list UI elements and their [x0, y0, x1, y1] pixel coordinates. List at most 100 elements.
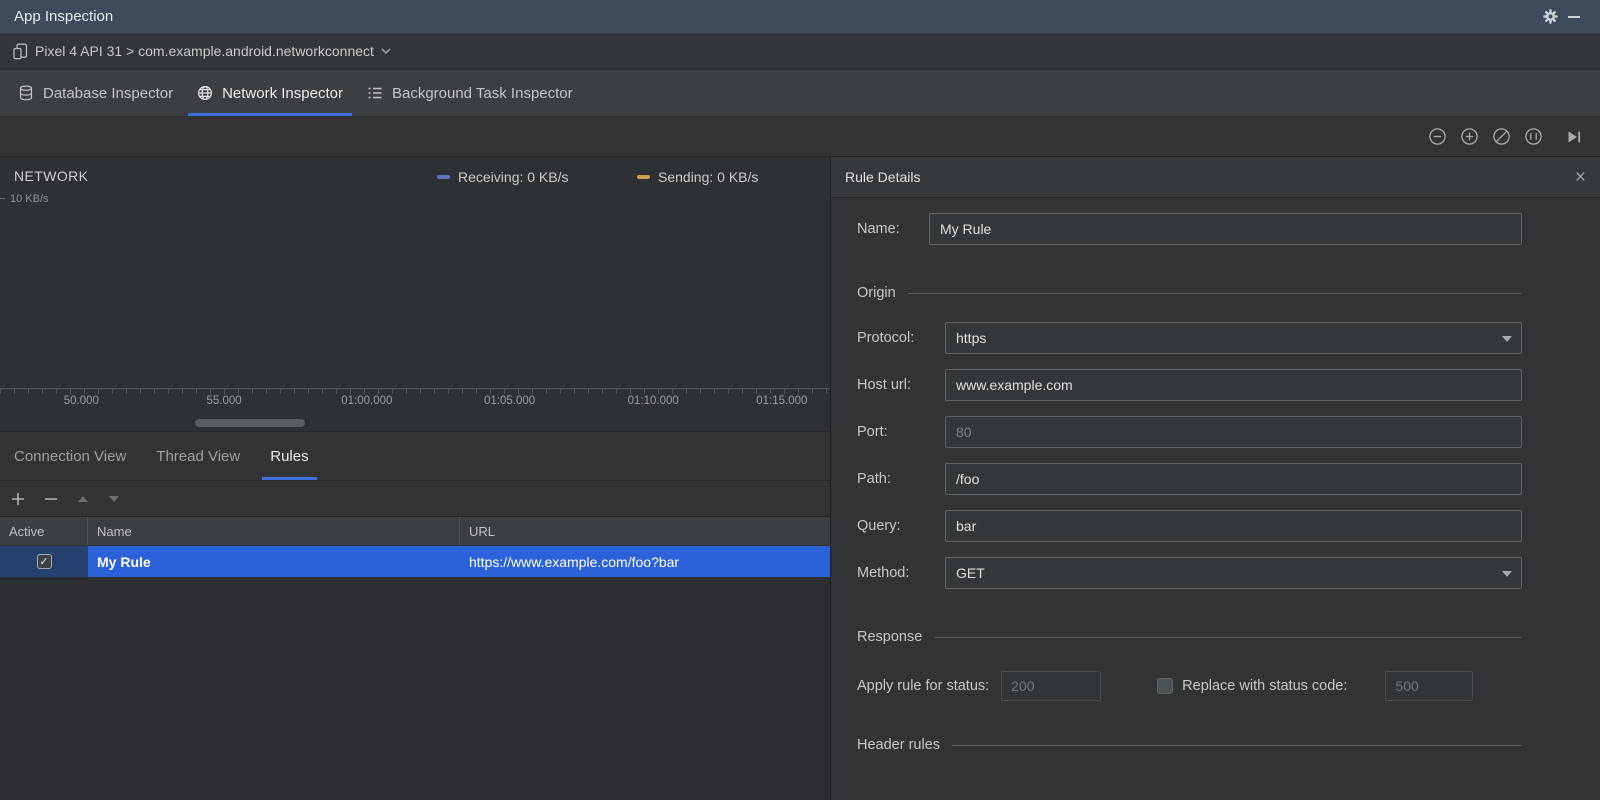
zoom-out-button[interactable] [1428, 127, 1447, 146]
reset-zoom-icon [1493, 128, 1510, 145]
path-input[interactable] [945, 463, 1522, 495]
time-axis-ticks [0, 389, 830, 394]
tab-thread-view[interactable]: Thread View [156, 432, 240, 480]
zoom-in-button[interactable] [1460, 127, 1479, 146]
move-down-button[interactable] [108, 493, 120, 505]
device-selector-label: Pixel 4 API 31 > com.example.android.net… [35, 43, 374, 59]
check-icon: ✓ [39, 556, 49, 568]
name-field-row: Name: [857, 213, 1522, 245]
minimize-icon [1568, 15, 1580, 18]
globe-icon [198, 85, 213, 101]
tab-background-task-inspector[interactable]: Background Task Inspector [355, 70, 585, 116]
settings-button[interactable] [1538, 5, 1562, 29]
titlebar: App Inspection [0, 0, 1600, 33]
database-icon [19, 85, 33, 101]
remove-rule-button[interactable] [44, 492, 58, 506]
rules-table-header: Active Name URL [0, 517, 830, 546]
status-rule-row: Apply rule for status: Replace with stat… [857, 671, 1522, 701]
tab-label: Database Inspector [43, 84, 174, 102]
rule-details-body: Name: Origin Protocol: https Host url: [831, 198, 1600, 800]
response-section: Response [857, 629, 1522, 645]
path-field-row: Path: [857, 463, 1522, 495]
replace-status-input[interactable] [1385, 671, 1474, 701]
chart-plot-area[interactable] [0, 157, 830, 389]
chevron-down-icon [1502, 571, 1512, 582]
query-field-row: Query: [857, 510, 1522, 542]
time-tick-label: 50.000 [63, 395, 99, 407]
name-input[interactable] [929, 213, 1522, 245]
origin-section-label: Origin [857, 285, 896, 301]
move-up-button[interactable] [77, 493, 89, 505]
reset-zoom-button[interactable] [1492, 127, 1511, 146]
down-arrow-icon [109, 495, 119, 502]
port-label: Port: [857, 424, 888, 440]
path-label: Path: [857, 471, 891, 487]
host-field-row: Host url: [857, 369, 1522, 401]
device-selector[interactable]: Pixel 4 API 31 > com.example.android.net… [0, 33, 1600, 70]
response-section-label: Response [857, 629, 923, 645]
network-panel: NETWORK Receiving: 0 KB/s Sending: 0 KB/… [0, 157, 831, 800]
tab-network-inspector[interactable]: Network Inspector [185, 70, 355, 116]
minimize-button[interactable] [1562, 5, 1586, 29]
tab-connection-view[interactable]: Connection View [14, 432, 126, 480]
query-input[interactable] [945, 510, 1522, 542]
app-inspection-window: App Inspection Pixel 4 API 31 > com.exam… [0, 0, 1600, 800]
close-icon[interactable]: × [1575, 168, 1586, 187]
host-label: Host url: [857, 377, 911, 393]
zoom-out-icon [1429, 128, 1446, 145]
tab-label: Network Inspector [222, 84, 343, 102]
chevron-down-icon [1502, 336, 1512, 347]
time-tick-label: 01:00.000 [341, 395, 393, 407]
protocol-dropdown[interactable]: https [945, 322, 1522, 354]
protocol-field-row: Protocol: https [857, 322, 1522, 354]
column-header-url[interactable]: URL [460, 517, 830, 545]
add-rule-button[interactable] [11, 492, 25, 506]
rule-details-header: Rule Details × [831, 157, 1600, 198]
tab-label: Background Task Inspector [391, 84, 573, 102]
protocol-value: https [956, 330, 987, 346]
header-rules-section: Header rules [857, 737, 1522, 753]
apply-status-input[interactable] [1001, 671, 1102, 701]
header-rules-section-label: Header rules [857, 737, 941, 753]
horizontal-scrollbar[interactable] [195, 419, 305, 427]
time-tick-label: 01:05.000 [484, 395, 536, 407]
zoom-to-selection-button[interactable] [1524, 127, 1543, 146]
chevron-down-icon [381, 48, 391, 54]
port-input[interactable] [945, 416, 1522, 448]
time-tick-label: 55.000 [206, 395, 242, 407]
host-input[interactable] [945, 369, 1522, 401]
replace-status-checkbox[interactable] [1157, 678, 1174, 694]
active-checkbox[interactable]: ✓ [36, 554, 52, 569]
column-header-active[interactable]: Active [0, 517, 88, 545]
zoom-toolbar [0, 117, 1600, 157]
view-tabs: Connection View Thread View Rules [0, 432, 830, 481]
tab-database-inspector[interactable]: Database Inspector [6, 70, 185, 116]
plus-icon [12, 492, 24, 505]
task-list-icon [368, 87, 382, 99]
table-empty-area [0, 577, 830, 800]
inspector-tabs: Database Inspector Network Inspector Bac… [0, 70, 1600, 117]
gear-icon [1542, 9, 1558, 24]
method-dropdown[interactable]: GET [945, 557, 1522, 589]
protocol-label: Protocol: [857, 330, 915, 346]
window-title: App Inspection [14, 8, 114, 25]
rule-url-cell: https://www.example.com/foo?bar [460, 546, 830, 577]
tab-rules[interactable]: Rules [262, 432, 318, 480]
table-row[interactable]: ✓ My Rule https://www.example.com/foo?ba… [0, 546, 830, 577]
zoom-in-icon [1461, 128, 1478, 145]
port-field-row: Port: [857, 416, 1522, 448]
method-value: GET [956, 565, 985, 581]
apply-status-label: Apply rule for status: [857, 678, 990, 694]
up-arrow-icon [78, 495, 88, 502]
rules-toolbar [0, 481, 830, 517]
method-label: Method: [857, 565, 910, 581]
header-rules-separator [952, 744, 1522, 746]
go-live-button[interactable] [1566, 129, 1582, 145]
column-header-name[interactable]: Name [88, 517, 460, 545]
time-tick-label: 01:10.000 [627, 395, 679, 407]
rule-details-panel: Rule Details × Name: Origin Protocol: ht… [831, 157, 1600, 800]
query-label: Query: [857, 518, 901, 534]
name-label: Name: [857, 221, 900, 237]
time-axis: 50.000 55.000 01:00.000 01:05.000 01:10.… [0, 389, 830, 411]
rule-name-cell: My Rule [88, 546, 460, 577]
